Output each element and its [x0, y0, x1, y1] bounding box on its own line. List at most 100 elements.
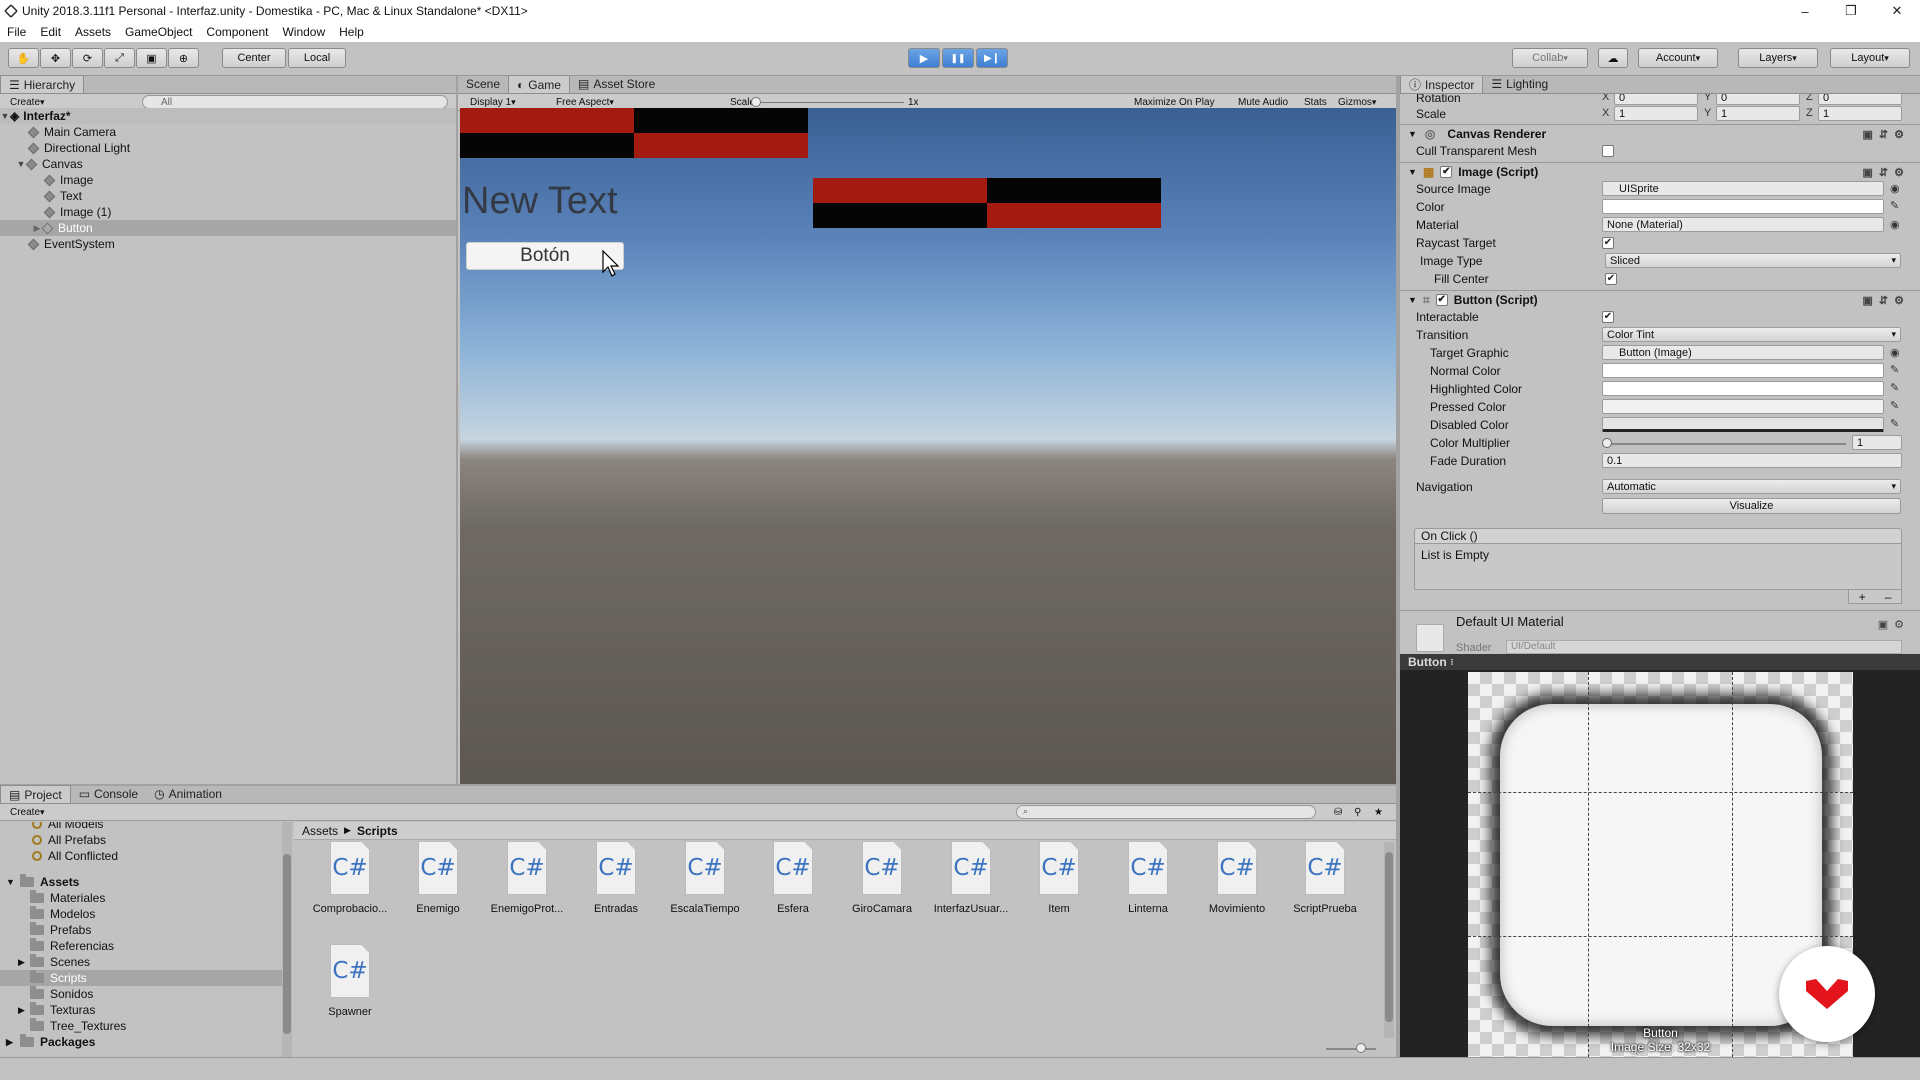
target-graphic-field[interactable]: Button (Image) — [1602, 345, 1884, 360]
visualize-button[interactable]: Visualize — [1602, 498, 1901, 514]
hierarchy-item-image-1[interactable]: Image (1) — [0, 204, 456, 220]
account-dropdown[interactable]: Account — [1638, 48, 1718, 68]
menu-component[interactable]: Component — [199, 25, 275, 39]
menu-window[interactable]: Window — [275, 25, 332, 39]
component-menu-icons[interactable]: ▣⇵⚙ — [1863, 166, 1910, 179]
source-image-field[interactable]: UISprite — [1602, 181, 1884, 196]
disabled-color-swatch[interactable] — [1602, 417, 1884, 432]
play-button[interactable]: ▶ — [908, 48, 940, 68]
ui-boton-button[interactable]: Botón — [466, 242, 624, 270]
favorite-all-conflicted[interactable]: All Conflicted — [0, 848, 282, 864]
layers-dropdown[interactable]: Layers — [1738, 48, 1818, 68]
fill-center-checkbox[interactable]: ✔ — [1605, 273, 1617, 285]
project-search-input[interactable]: ⌕ — [1016, 805, 1316, 819]
display-dropdown[interactable]: Display 1 — [464, 95, 544, 109]
tab-project[interactable]: ▤ Project — [0, 785, 71, 803]
script-asset[interactable]: C# ScriptPrueba — [1283, 841, 1367, 931]
transition-dropdown[interactable]: Color Tint — [1602, 327, 1901, 342]
tab-hierarchy[interactable]: ☰ Hierarchy — [0, 75, 85, 93]
expand-arrow-icon[interactable]: ▼ — [1408, 295, 1417, 305]
rotation-z-field[interactable]: 0 — [1818, 94, 1902, 105]
expand-arrow-icon[interactable]: ▶ — [18, 1005, 30, 1016]
canvas-renderer-header[interactable]: ▼ ◎ Canvas Renderer ▣⇵⚙ — [1400, 124, 1920, 143]
pivot-center-button[interactable]: Center — [222, 48, 286, 68]
scale-tool-icon[interactable]: ⤢ — [104, 48, 135, 68]
color-multiplier-slider[interactable] — [1606, 443, 1846, 445]
remove-listener-button[interactable]: – — [1885, 590, 1892, 604]
preview-header[interactable]: Button ⁝ — [1400, 654, 1920, 670]
restore-button[interactable]: ❐ — [1828, 0, 1874, 22]
eyedropper-icon[interactable]: ✎ — [1890, 381, 1900, 394]
folder-sonidos[interactable]: Sonidos — [0, 986, 282, 1002]
filter-type-icon[interactable]: ⛁ — [1328, 805, 1348, 819]
expand-arrow-icon[interactable]: ▼ — [0, 111, 10, 121]
object-picker-icon[interactable]: ◉ — [1890, 346, 1900, 359]
material-menu-icons[interactable]: ▣⚙ — [1878, 618, 1910, 631]
icon-size-slider-thumb[interactable] — [1356, 1043, 1366, 1053]
preview-menu-icon[interactable]: ⁝ — [1451, 657, 1454, 668]
favorite-all-prefabs[interactable]: All Prefabs — [0, 832, 282, 848]
expand-arrow-icon[interactable]: ▶ — [18, 957, 30, 968]
filter-label-icon[interactable]: ⚲ — [1348, 805, 1367, 819]
object-picker-icon[interactable]: ◉ — [1890, 182, 1900, 195]
menu-file[interactable]: File — [0, 25, 33, 39]
tab-asset-store[interactable]: ▤ Asset Store — [570, 75, 663, 93]
scene-root[interactable]: ▼ ◈ Interfaz* — [0, 108, 456, 124]
expand-arrow-icon[interactable]: ▼ — [6, 877, 16, 887]
add-listener-button[interactable]: + — [1859, 590, 1866, 604]
packages-root[interactable]: ▶ Packages — [0, 1034, 282, 1050]
grid-scrollbar[interactable] — [1384, 842, 1394, 1038]
scale-slider[interactable] — [754, 102, 904, 103]
script-asset[interactable]: C# Entradas — [574, 841, 658, 931]
maximize-on-play-toggle[interactable]: Maximize On Play — [1128, 95, 1221, 109]
component-menu-icons[interactable]: ▣⇵⚙ — [1863, 294, 1910, 307]
move-tool-icon[interactable]: ✥ — [40, 48, 71, 68]
menu-gameobject[interactable]: GameObject — [118, 25, 199, 39]
scale-y-field[interactable]: 1 — [1716, 106, 1800, 121]
shader-dropdown[interactable]: UI/Default — [1506, 640, 1902, 654]
eyedropper-icon[interactable]: ✎ — [1890, 399, 1900, 412]
rotation-y-field[interactable]: 0 — [1716, 94, 1800, 105]
stats-toggle[interactable]: Stats — [1298, 95, 1333, 109]
rotate-tool-icon[interactable]: ⟳ — [72, 48, 103, 68]
color-multiplier-field[interactable]: 1 — [1852, 435, 1902, 450]
highlighted-color-swatch[interactable] — [1602, 381, 1884, 396]
script-asset[interactable]: C# Enemigo — [396, 841, 480, 931]
tab-animation[interactable]: ◷ Animation — [146, 785, 230, 803]
favorite-all-models[interactable]: All Models — [0, 822, 282, 832]
tab-scene[interactable]: Scene — [458, 75, 508, 93]
eyedropper-icon[interactable]: ✎ — [1890, 363, 1900, 376]
object-picker-icon[interactable]: ◉ — [1890, 218, 1900, 231]
folder-texturas[interactable]: ▶ Texturas — [0, 1002, 282, 1018]
expand-arrow-icon[interactable]: ▶ — [6, 1037, 16, 1048]
tab-lighting[interactable]: ☰ Lighting — [1483, 76, 1556, 93]
cloud-icon[interactable]: ☁ — [1598, 48, 1628, 68]
pressed-color-swatch[interactable] — [1602, 399, 1884, 414]
image-script-header[interactable]: ▼ ▦ ✔ Image (Script) ▣⇵⚙ — [1400, 162, 1920, 181]
scale-z-field[interactable]: 1 — [1818, 106, 1902, 121]
gizmos-dropdown[interactable]: Gizmos — [1332, 95, 1382, 109]
folder-scenes[interactable]: ▶ Scenes — [0, 954, 282, 970]
mute-audio-toggle[interactable]: Mute Audio — [1232, 95, 1294, 109]
button-script-header[interactable]: ▼ ⌗ ✔ Button (Script) ▣⇵⚙ — [1400, 290, 1920, 309]
menu-edit[interactable]: Edit — [33, 25, 68, 39]
hierarchy-create-button[interactable]: Create — [4, 95, 51, 109]
script-asset[interactable]: C# Linterna — [1106, 841, 1190, 931]
expand-arrow-icon[interactable]: ▼ — [1408, 129, 1417, 139]
hierarchy-item-text[interactable]: Text — [0, 188, 456, 204]
hierarchy-item-canvas[interactable]: ▼ Canvas — [0, 156, 456, 172]
scale-x-field[interactable]: 1 — [1614, 106, 1698, 121]
hierarchy-item-main-camera[interactable]: Main Camera — [0, 124, 456, 140]
project-create-button[interactable]: Create — [4, 805, 51, 819]
hierarchy-item-button[interactable]: ▶ Button — [0, 220, 456, 236]
minimize-button[interactable]: – — [1782, 0, 1828, 22]
script-asset[interactable]: C# Esfera — [751, 841, 835, 931]
image-type-dropdown[interactable]: Sliced — [1605, 253, 1901, 268]
menu-help[interactable]: Help — [332, 25, 371, 39]
tab-game[interactable]: ◐ Game — [508, 75, 570, 93]
rotation-x-field[interactable]: 0 — [1614, 94, 1698, 105]
layout-dropdown[interactable]: Layout — [1830, 48, 1910, 68]
script-asset[interactable]: C# Spawner — [308, 944, 392, 1034]
tree-scrollbar[interactable] — [282, 822, 292, 1057]
rect-tool-icon[interactable]: ▣ — [136, 48, 167, 68]
